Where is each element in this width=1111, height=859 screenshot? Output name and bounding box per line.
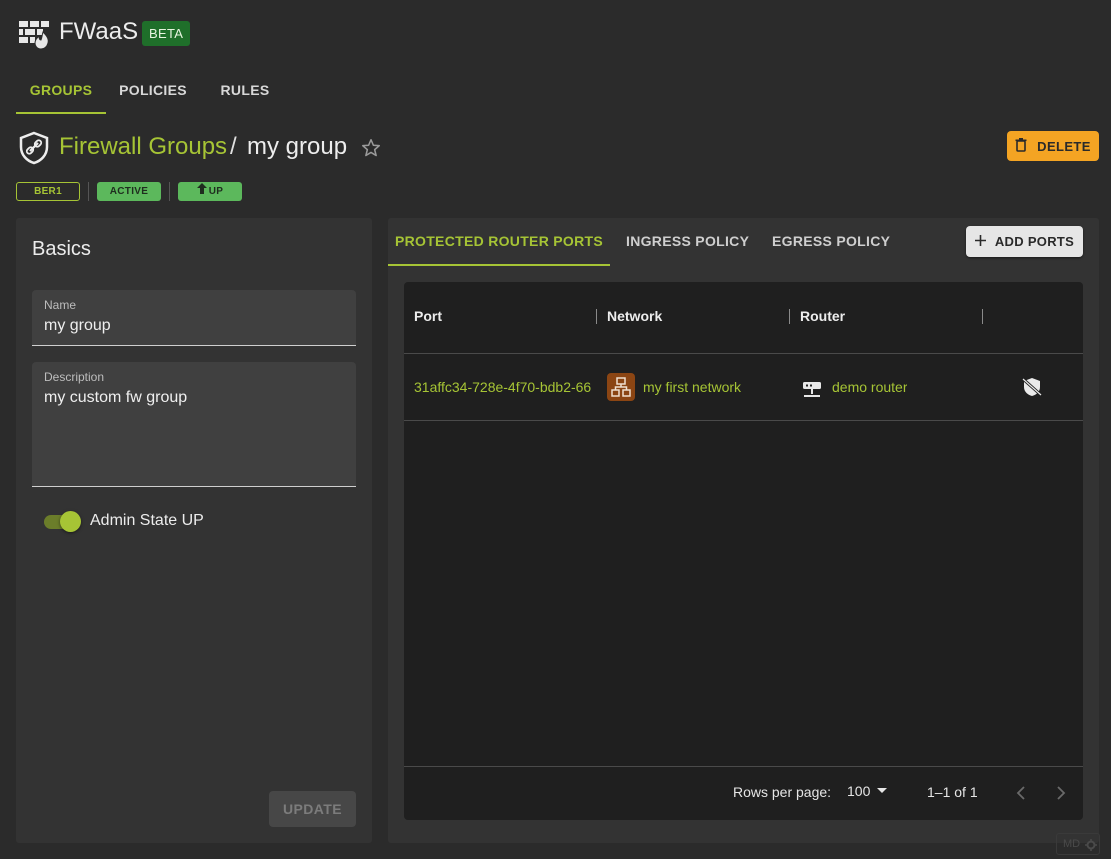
tab-groups[interactable]: GROUPS [16, 70, 106, 114]
router-icon [800, 377, 824, 399]
region-badge: BER1 [16, 182, 80, 201]
name-value[interactable]: my group [44, 317, 111, 335]
admin-state-label: UP [208, 186, 224, 197]
port-id-link[interactable]: 31affc34-728e-4f70-bdb2-66 [414, 379, 598, 395]
md-label: MD [1063, 838, 1081, 850]
md-badge[interactable]: MD [1056, 833, 1100, 855]
name-field[interactable]: Name my group [32, 290, 356, 346]
network-link[interactable]: my first network [643, 379, 741, 395]
breadcrumb-firewall-groups[interactable]: Firewall Groups [59, 133, 227, 161]
row-divider [404, 420, 1083, 421]
column-separator[interactable] [789, 309, 790, 324]
status-badge: ACTIVE [97, 182, 161, 201]
tab-ingress-policy[interactable]: INGRESS POLICY [626, 218, 749, 266]
ports-table [404, 282, 1083, 820]
rows-per-page-value: 100 [847, 783, 871, 799]
shield-link-icon [18, 131, 50, 165]
tab-policies[interactable]: POLICIES [111, 70, 195, 114]
plus-icon [974, 234, 986, 249]
delete-button[interactable]: DELETE [1007, 131, 1099, 161]
pagination-range: 1–1 of 1 [927, 784, 978, 800]
app-title: FWaaS [59, 18, 139, 45]
add-ports-button[interactable]: ADD PORTS [966, 226, 1083, 257]
delete-label: DELETE [1037, 138, 1091, 154]
footer-divider [404, 766, 1083, 767]
tab-protected-router-ports[interactable]: PROTECTED ROUTER PORTS [388, 218, 610, 266]
rows-per-page-select[interactable]: 100 [847, 783, 888, 799]
router-link[interactable]: demo router [832, 379, 907, 395]
rows-per-page-label: Rows per page: [733, 784, 832, 800]
column-header-network[interactable]: Network [607, 308, 662, 324]
caret-down-icon [876, 783, 888, 799]
badge-divider [169, 182, 170, 201]
basics-title: Basics [32, 238, 91, 260]
shield-off-icon[interactable] [1022, 377, 1042, 397]
description-label: Description [44, 370, 105, 384]
tab-egress-policy[interactable]: EGRESS POLICY [772, 218, 890, 266]
description-value[interactable]: my custom fw group [44, 389, 187, 407]
column-separator[interactable] [982, 309, 983, 324]
column-header-port[interactable]: Port [414, 308, 442, 324]
arrow-up-icon [196, 182, 207, 201]
column-separator[interactable] [596, 309, 597, 324]
column-header-router[interactable]: Router [800, 308, 845, 324]
name-label: Name [44, 298, 77, 312]
page-title: my group [247, 133, 348, 160]
admin-state-toggle-knob[interactable] [60, 511, 81, 532]
chevron-left-icon[interactable] [1009, 782, 1033, 804]
description-field[interactable]: Description my custom fw group [32, 362, 356, 487]
add-ports-label: ADD PORTS [994, 234, 1075, 249]
trash-icon [1015, 137, 1027, 155]
admin-state-badge: UP [178, 182, 242, 201]
beta-badge: BETA [142, 21, 191, 46]
admin-state-toggle-label: Admin State UP [90, 512, 204, 529]
header-divider [404, 353, 1083, 354]
badge-divider [88, 182, 89, 201]
update-button[interactable]: UPDATE [269, 791, 356, 827]
gear-icon [1085, 838, 1097, 858]
firewall-logo-icon [18, 18, 50, 50]
network-icon [607, 373, 635, 401]
chevron-right-icon[interactable] [1049, 782, 1073, 804]
breadcrumb-separator: / [230, 133, 237, 160]
star-outline-icon[interactable] [360, 137, 382, 159]
tab-rules[interactable]: RULES [205, 70, 285, 114]
